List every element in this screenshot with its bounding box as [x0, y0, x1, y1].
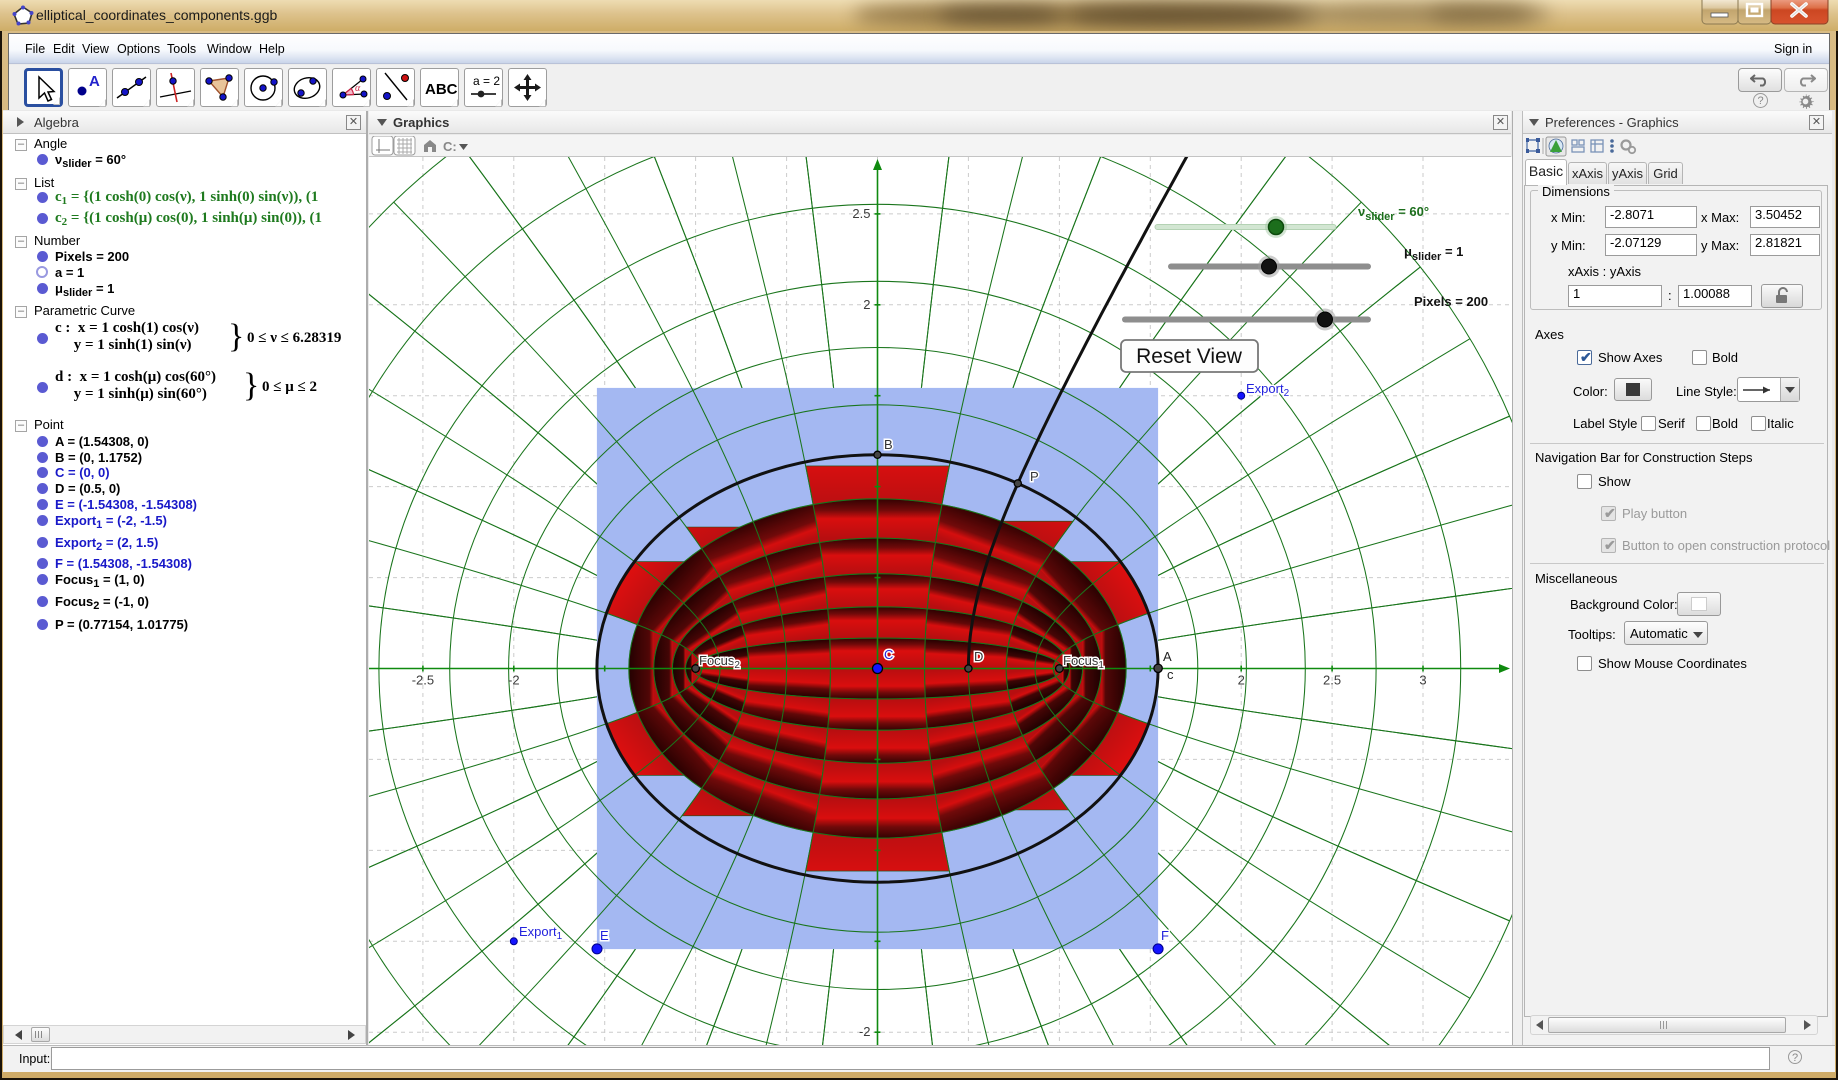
svg-text:a = 2: a = 2	[473, 74, 500, 88]
svg-text:-2: -2	[859, 1024, 871, 1039]
svg-text:A: A	[1163, 649, 1172, 664]
svg-text:α: α	[355, 83, 361, 94]
svg-text:Export1: Export1	[519, 924, 563, 942]
svg-text:2.5: 2.5	[1323, 673, 1341, 688]
svg-text:νslider = 60°: νslider = 60°	[1358, 204, 1429, 223]
svg-text:μslider = 1: μslider = 1	[1404, 244, 1463, 263]
svg-text:Reset View: Reset View	[1136, 345, 1243, 368]
svg-text:E: E	[600, 928, 609, 943]
svg-text:-2: -2	[508, 673, 520, 688]
svg-text:D: D	[974, 649, 983, 664]
svg-text:C: C	[884, 647, 893, 662]
svg-text:Export2: Export2	[1246, 381, 1290, 399]
svg-text:2: 2	[1238, 673, 1245, 688]
svg-text:ABC: ABC	[425, 81, 458, 98]
svg-text:B: B	[884, 437, 893, 452]
svg-text:2.5: 2.5	[852, 206, 870, 221]
svg-text:3: 3	[1419, 673, 1426, 688]
svg-text:-2.5: -2.5	[412, 673, 434, 688]
svg-text:Pixels = 200: Pixels = 200	[1414, 294, 1488, 309]
svg-text:A: A	[89, 73, 100, 90]
svg-text:c: c	[1167, 667, 1174, 682]
svg-text:C:: C:	[443, 139, 457, 154]
svg-text:P: P	[1030, 469, 1039, 484]
svg-text:F: F	[1161, 928, 1169, 943]
svg-text:2: 2	[863, 297, 870, 312]
